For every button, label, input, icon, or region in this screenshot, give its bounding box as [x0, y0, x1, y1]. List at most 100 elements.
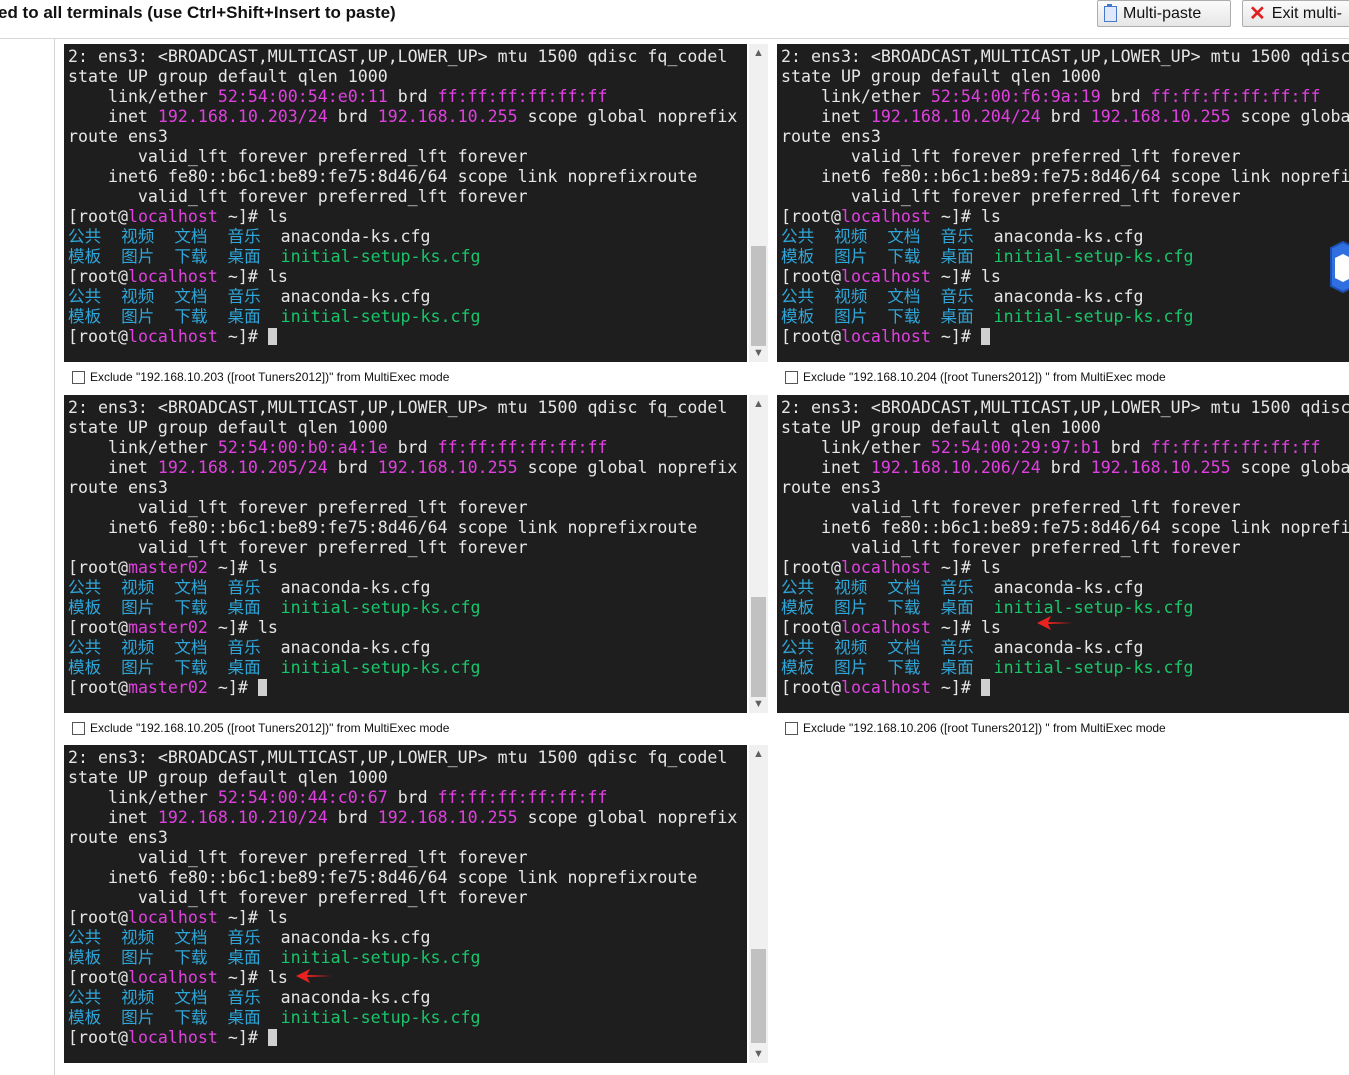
- exclude-checkbox-row[interactable]: Exclude "192.168.10.206 ([root Tuners201…: [785, 719, 1166, 737]
- terminal-text: ~]#: [930, 327, 981, 346]
- terminal-text: ls: [267, 267, 288, 286]
- terminal-text: ff:ff:ff:ff:ff:ff: [1150, 438, 1321, 457]
- scroll-up-icon[interactable]: ▲: [749, 395, 768, 413]
- scroll-down-icon[interactable]: ▼: [749, 344, 768, 362]
- terminal-text: route ens3: [68, 828, 168, 847]
- terminal-text: 192.168.10.255: [1090, 107, 1231, 126]
- terminal-text: 公共 视频 文档 音乐: [68, 578, 281, 597]
- terminal-text: initial-setup-ks.cfg: [280, 247, 481, 266]
- terminal-text: brd: [387, 87, 438, 106]
- terminal-text: [root@: [68, 968, 128, 987]
- terminal-text: ~]#: [930, 678, 981, 697]
- terminal-text: valid_lft forever preferred_lft forever: [781, 538, 1241, 557]
- terminal-text: scope global noprefix: [517, 808, 738, 827]
- exclude-checkbox[interactable]: [785, 370, 798, 384]
- terminal-pane-2[interactable]: 2: ens3: <BROADCAST,MULTICAST,UP,LOWER_U…: [777, 44, 1349, 362]
- close-x-icon: ✕: [1249, 2, 1266, 25]
- terminal-text: link/ether: [68, 788, 218, 807]
- terminal-text: localhost: [127, 327, 218, 346]
- terminal-text: route ens3: [68, 127, 168, 146]
- terminal-text: initial-setup-ks.cfg: [280, 948, 481, 967]
- terminal-text: ~]#: [207, 558, 258, 577]
- terminal-text: [root@: [68, 678, 128, 697]
- terminal-text: 模板 图片 下载 桌面: [68, 247, 281, 266]
- terminal-text: anaconda-ks.cfg: [280, 638, 431, 657]
- terminal-scrollbar[interactable]: ▲ ▼: [749, 745, 768, 1063]
- terminal-text: localhost: [840, 558, 931, 577]
- terminal-text: [root@: [781, 678, 841, 697]
- shield-badge-icon[interactable]: [1329, 240, 1349, 294]
- terminal-text: inet: [781, 458, 871, 477]
- terminal-scrollbar[interactable]: ▲ ▼: [749, 44, 768, 362]
- terminal-text: 2: ens3: <BROADCAST,MULTICAST,UP,LOWER_U…: [68, 47, 728, 66]
- terminal-pane-1[interactable]: 2: ens3: <BROADCAST,MULTICAST,UP,LOWER_U…: [64, 44, 747, 362]
- terminal-text: 模板 图片 下载 桌面: [68, 948, 281, 967]
- terminal-text: 192.168.10.206/24: [870, 458, 1041, 477]
- terminal-text: inet: [68, 107, 158, 126]
- scroll-down-icon[interactable]: ▼: [749, 695, 768, 713]
- terminal-output: 2: ens3: <BROADCAST,MULTICAST,UP,LOWER_U…: [64, 44, 747, 347]
- terminal-text: ~]#: [930, 207, 981, 226]
- terminal-text: ls: [267, 968, 288, 987]
- terminal-pane-3[interactable]: 2: ens3: <BROADCAST,MULTICAST,UP,LOWER_U…: [64, 395, 747, 713]
- exit-multiexec-button[interactable]: ✕ Exit multi-: [1242, 0, 1349, 27]
- terminal-output: 2: ens3: <BROADCAST,MULTICAST,UP,LOWER_U…: [777, 395, 1349, 698]
- terminal-text: initial-setup-ks.cfg: [993, 247, 1194, 266]
- terminal-text: anaconda-ks.cfg: [280, 578, 431, 597]
- terminal-text: initial-setup-ks.cfg: [993, 307, 1194, 326]
- terminal-text: localhost: [127, 1028, 218, 1047]
- terminal-text: [root@: [68, 908, 128, 927]
- terminal-text: 192.168.10.255: [1090, 458, 1231, 477]
- exclude-checkbox[interactable]: [72, 721, 85, 735]
- terminal-text: ~]#: [217, 908, 268, 927]
- terminal-text: 公共 视频 文档 音乐: [68, 988, 281, 1007]
- terminal-text: route ens3: [781, 127, 881, 146]
- terminal-text: initial-setup-ks.cfg: [993, 598, 1194, 617]
- scrollbar-thumb[interactable]: [751, 246, 766, 346]
- terminal-text: [root@: [781, 558, 841, 577]
- terminal-text: localhost: [840, 618, 931, 637]
- red-arrow-icon: [1037, 616, 1073, 630]
- terminal-cursor: [257, 679, 267, 696]
- exclude-checkbox[interactable]: [785, 721, 798, 735]
- multi-paste-button[interactable]: Multi-paste: [1097, 0, 1231, 27]
- terminal-text: 公共 视频 文档 音乐: [68, 227, 281, 246]
- terminal-text: valid_lft forever preferred_lft forever: [68, 187, 528, 206]
- scrollbar-thumb[interactable]: [751, 597, 766, 697]
- exclude-checkbox-row[interactable]: Exclude "192.168.10.205 ([root Tuners201…: [72, 719, 449, 737]
- terminal-pane-5[interactable]: 2: ens3: <BROADCAST,MULTICAST,UP,LOWER_U…: [64, 745, 747, 1063]
- terminal-text: localhost: [840, 207, 931, 226]
- terminal-text: ~]#: [217, 1028, 268, 1047]
- scroll-up-icon[interactable]: ▲: [749, 745, 768, 763]
- terminal-text: ff:ff:ff:ff:ff:ff: [437, 438, 608, 457]
- terminal-text: valid_lft forever preferred_lft forever: [68, 147, 528, 166]
- terminal-text: ~]#: [930, 267, 981, 286]
- terminal-text: ~]#: [930, 618, 981, 637]
- terminal-text: state UP group default qlen 1000: [68, 768, 388, 787]
- terminal-text: [root@: [781, 327, 841, 346]
- terminal-scrollbar[interactable]: ▲ ▼: [749, 395, 768, 713]
- scroll-down-icon[interactable]: ▼: [749, 1045, 768, 1063]
- terminal-text: inet6 fe80::b6c1:be89:fe75:8d46/64 scope…: [68, 868, 698, 887]
- terminal-text: 模板 图片 下载 桌面: [781, 598, 994, 617]
- scroll-up-icon[interactable]: ▲: [749, 44, 768, 62]
- terminal-text: 192.168.10.210/24: [157, 808, 328, 827]
- terminal-text: ~]#: [217, 327, 268, 346]
- terminal-text: localhost: [840, 327, 931, 346]
- exclude-checkbox-row[interactable]: Exclude "192.168.10.204 ([root Tuners201…: [785, 368, 1166, 386]
- terminal-text: 192.168.10.203/24: [157, 107, 328, 126]
- terminal-text: master02: [127, 618, 208, 637]
- terminal-text: scope global noprefix: [1240, 107, 1349, 126]
- terminal-text: 模板 图片 下载 桌面: [68, 658, 281, 677]
- terminal-text: [root@: [68, 267, 128, 286]
- exclude-checkbox[interactable]: [72, 370, 85, 384]
- terminal-text: anaconda-ks.cfg: [280, 928, 431, 947]
- scrollbar-thumb[interactable]: [751, 949, 766, 1043]
- exclude-checkbox-row[interactable]: Exclude "192.168.10.203 ([root Tuners201…: [72, 368, 449, 386]
- terminal-text: anaconda-ks.cfg: [280, 988, 431, 1007]
- terminal-text: brd: [1100, 438, 1151, 457]
- terminal-text: anaconda-ks.cfg: [993, 638, 1144, 657]
- multiexec-message: ed to all terminals (use Ctrl+Shift+Inse…: [0, 3, 396, 22]
- terminal-pane-4[interactable]: 2: ens3: <BROADCAST,MULTICAST,UP,LOWER_U…: [777, 395, 1349, 713]
- terminal-text: [root@: [68, 207, 128, 226]
